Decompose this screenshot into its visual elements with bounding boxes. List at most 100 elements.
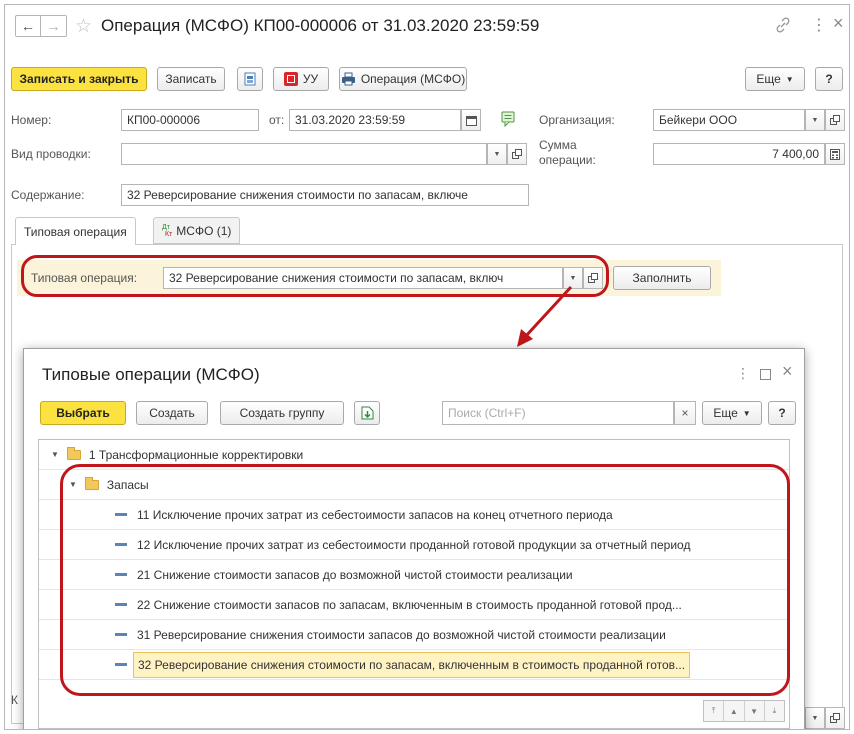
number-field[interactable]: КП00-000006 xyxy=(121,109,259,131)
content-field[interactable]: 32 Реверсирование снижения стоимости по … xyxy=(121,184,529,206)
folder-icon xyxy=(66,446,81,460)
organization-open-button[interactable] xyxy=(825,109,845,131)
uu-button-label: УУ xyxy=(302,72,319,86)
tree-folder-row[interactable]: ▼ 1 Трансформационные корректировки xyxy=(39,440,789,470)
operation-print-button[interactable]: Операция (МСФО) xyxy=(339,67,467,91)
chevron-down-icon: ▼ xyxy=(493,150,501,158)
uu-report-icon xyxy=(283,72,298,86)
typical-operation-label: Типовая операция: xyxy=(31,271,138,285)
select-button[interactable]: Выбрать xyxy=(40,401,126,425)
background-dropdown-button[interactable]: ▼ xyxy=(805,707,825,729)
load-document-icon xyxy=(361,406,373,420)
posting-kind-field[interactable] xyxy=(121,143,487,165)
sum-label-line1: Сумма xyxy=(539,138,577,152)
number-label: Номер: xyxy=(11,113,52,127)
open-window-icon xyxy=(512,149,522,159)
date-field[interactable]: 31.03.2020 23:59:59 xyxy=(289,109,461,131)
title-bar: ← → ☆ Операция (МСФО) КП00-000006 от 31.… xyxy=(5,5,849,47)
dialog-more-button[interactable]: Еще ▼ xyxy=(702,401,762,425)
folder-icon xyxy=(84,476,99,490)
dialog-title: Типовые операции (МСФО) xyxy=(42,365,260,384)
fill-button[interactable]: Заполнить xyxy=(613,266,711,290)
operations-tree: ▼ 1 Трансформационные корректировки ▼ За… xyxy=(38,439,790,729)
save-button[interactable]: Записать xyxy=(157,67,225,91)
tree-row-text: 31 Реверсирование снижения стоимости зап… xyxy=(137,627,666,642)
sum-label-line2: операции: xyxy=(539,153,596,167)
tab-typical-operation[interactable]: Типовая операция xyxy=(15,217,136,245)
favorite-star-icon[interactable]: ☆ xyxy=(75,15,92,38)
sum-field[interactable]: 7 400,00 xyxy=(653,143,825,165)
expand-caret-icon[interactable]: ▼ xyxy=(69,480,77,489)
content-label: Содержание: xyxy=(11,188,85,202)
tree-item-row[interactable]: 21 Снижение стоимости запасов до возможн… xyxy=(39,560,789,590)
tree-folder-row[interactable]: ▼ Запасы xyxy=(39,470,789,500)
clear-icon: × xyxy=(681,406,689,420)
item-dash-icon xyxy=(115,633,127,636)
back-arrow-icon: ← xyxy=(21,18,35,34)
tab-typical-operation-label: Типовая операция xyxy=(24,224,127,239)
search-clear-button[interactable]: × xyxy=(674,401,696,425)
tab-msfo[interactable]: Дт Кт МСФО (1) xyxy=(153,217,241,244)
forward-button[interactable]: → xyxy=(41,15,67,37)
more-menu-icon[interactable]: ⋮ xyxy=(811,15,827,35)
posting-kind-dropdown-button[interactable]: ▼ xyxy=(487,143,507,165)
scroll-first-icon[interactable]: ⤒ xyxy=(704,701,725,721)
scroll-down-icon[interactable]: ▼ xyxy=(745,701,765,721)
dialog-menu-icon[interactable]: ⋮ xyxy=(736,365,750,382)
close-icon[interactable]: × xyxy=(833,13,844,34)
credit-icon-text: Кт xyxy=(165,230,173,238)
dialog-maximize-icon[interactable] xyxy=(760,369,771,380)
calculator-button[interactable] xyxy=(825,143,845,165)
open-window-icon xyxy=(830,713,840,723)
help-button[interactable]: ? xyxy=(815,67,843,91)
item-dash-icon xyxy=(115,603,127,606)
organization-dropdown-button[interactable]: ▼ xyxy=(805,109,825,131)
background-partial-label: К xyxy=(11,693,18,707)
forward-arrow-icon: → xyxy=(46,18,61,34)
tree-item-row[interactable]: 12 Исключение прочих затрат из себестоим… xyxy=(39,530,789,560)
posting-kind-open-button[interactable] xyxy=(507,143,527,165)
tree-row-text: 32 Реверсирование снижения стоимости по … xyxy=(133,651,691,678)
tree-row-text: 21 Снижение стоимости запасов до возможн… xyxy=(137,567,573,582)
tree-item-row[interactable]: 22 Снижение стоимости запасов по запасам… xyxy=(39,590,789,620)
debit-credit-icon: Дт Кт xyxy=(162,224,172,238)
link-icon[interactable] xyxy=(775,17,791,33)
create-button[interactable]: Создать xyxy=(136,401,208,425)
structure-button[interactable] xyxy=(237,67,263,91)
back-button[interactable]: ← xyxy=(15,15,41,37)
tree-item-row[interactable]: 11 Исключение прочих затрат из себестоим… xyxy=(39,500,789,530)
uu-button[interactable]: УУ xyxy=(273,67,329,91)
save-and-close-button[interactable]: Записать и закрыть xyxy=(11,67,147,91)
item-dash-icon xyxy=(115,573,127,576)
typical-operations-dialog: Типовые операции (МСФО) ⋮ × Выбрать Созд… xyxy=(23,348,805,729)
typical-operation-open-button[interactable] xyxy=(583,267,603,289)
tree-row-text: 1 Трансформационные корректировки xyxy=(88,447,304,462)
tree-row-text: 11 Исключение прочих затрат из себестоим… xyxy=(137,507,613,522)
tree-item-row[interactable]: 31 Реверсирование снижения стоимости зап… xyxy=(39,620,789,650)
scroll-last-icon[interactable]: ⤓ xyxy=(765,701,784,721)
background-open-button[interactable] xyxy=(825,707,845,729)
tree-item-row-selected[interactable]: 32 Реверсирование снижения стоимости по … xyxy=(39,650,789,680)
dialog-help-button[interactable]: ? xyxy=(768,401,796,425)
load-button[interactable] xyxy=(354,401,380,425)
main-window: ← → ☆ Операция (МСФО) КП00-000006 от 31.… xyxy=(4,4,850,730)
typical-operation-field[interactable]: 32 Реверсирование снижения стоимости по … xyxy=(163,267,563,289)
open-window-icon xyxy=(588,273,598,283)
window-title: Операция (МСФО) КП00-000006 от 31.03.202… xyxy=(101,16,540,35)
item-dash-icon xyxy=(115,513,127,516)
chevron-down-icon: ▼ xyxy=(742,408,751,418)
item-dash-icon xyxy=(115,663,127,666)
organization-field[interactable]: Бейкери ООО xyxy=(653,109,805,131)
organization-label: Организация: xyxy=(539,113,615,127)
tree-row-text: Запасы xyxy=(106,477,149,492)
scroll-up-icon[interactable]: ▲ xyxy=(724,701,745,721)
create-group-button[interactable]: Создать группу xyxy=(220,401,344,425)
expand-caret-icon[interactable]: ▼ xyxy=(51,450,59,459)
calendar-button[interactable] xyxy=(461,109,481,131)
comment-icon[interactable] xyxy=(501,111,517,128)
search-input[interactable]: Поиск (Ctrl+F) xyxy=(442,401,674,425)
dialog-more-label: Еще xyxy=(713,406,738,420)
dialog-close-icon[interactable]: × xyxy=(782,361,793,382)
debit-icon-text: Дт xyxy=(162,223,170,231)
more-button[interactable]: Еще ▼ xyxy=(745,67,805,91)
